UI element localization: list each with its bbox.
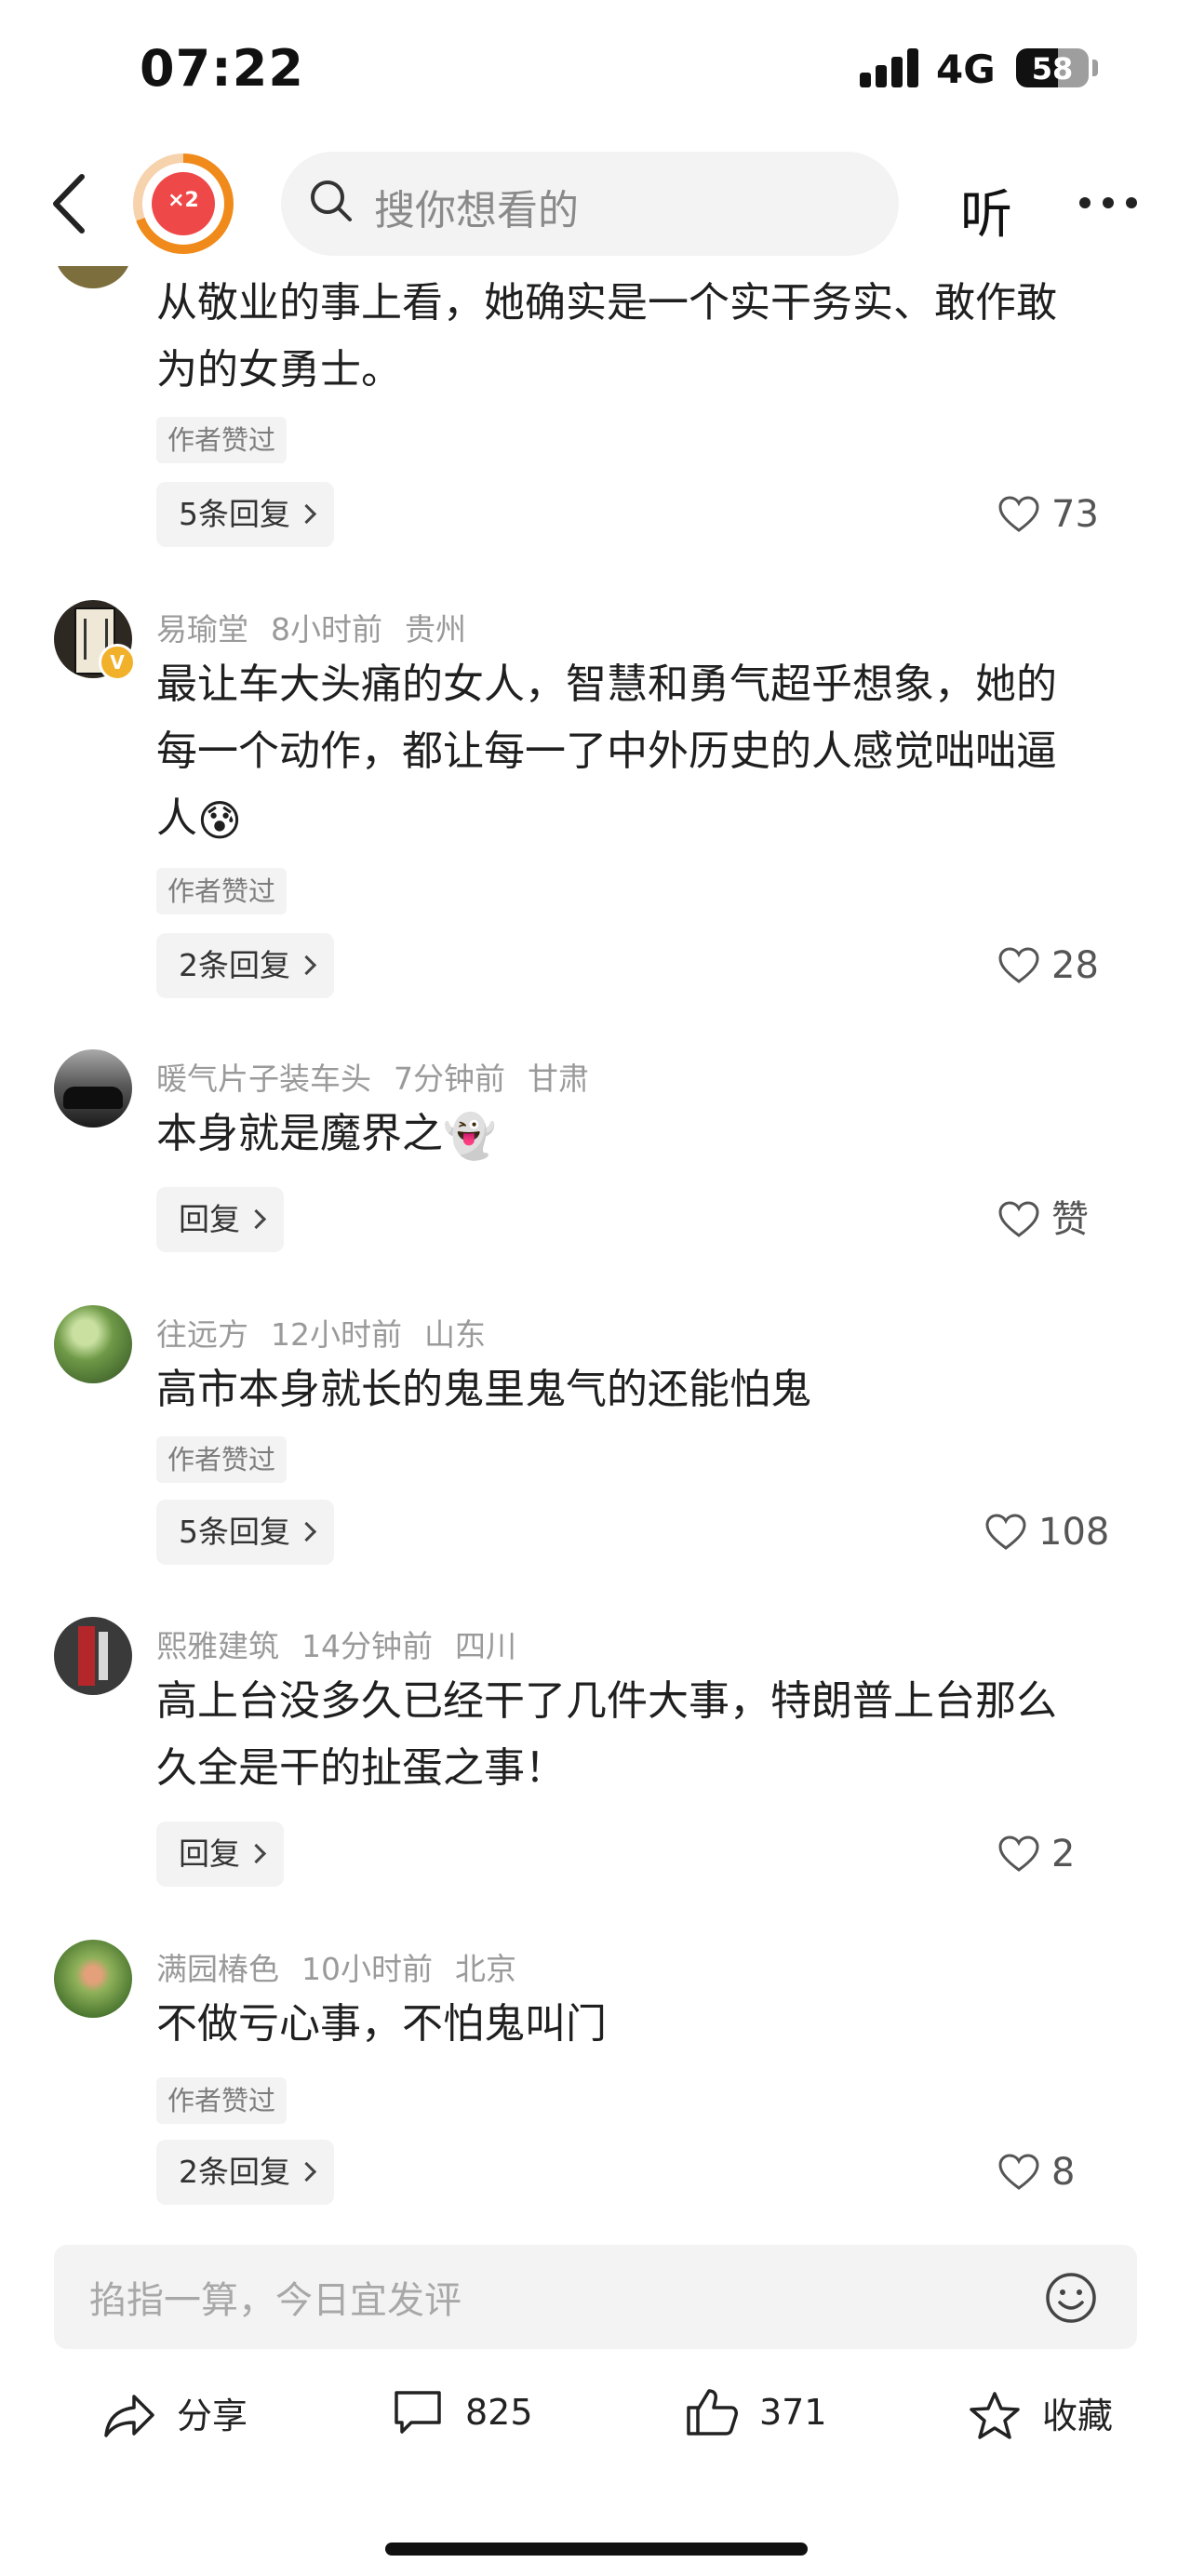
comment-time: 7分钟前 (394, 1061, 505, 1097)
search-placeholder: 搜你想看的 (374, 187, 579, 234)
like-post-button[interactable]: 371 (685, 2387, 827, 2437)
author-liked-tag: 作者赞过 (156, 417, 288, 463)
heart-icon (998, 496, 1039, 532)
reply-button[interactable]: 回复 (156, 1187, 284, 1252)
comment-text: 不做亏心事，不怕鬼叫门 (156, 2000, 607, 2048)
author-liked-tag: 作者赞过 (156, 1436, 288, 1483)
replies-button[interactable]: 2条回复 (156, 933, 334, 998)
comment-meta: 易瑜堂 8小时前 贵州 (156, 605, 488, 649)
comment-text: 最让车大头痛的女人，智慧和勇气超乎想象，她的 每一个动作，都让每一了中外历史的人感… (156, 651, 1143, 854)
like-button[interactable]: 2 (997, 1822, 1075, 1887)
avatar[interactable] (54, 1305, 132, 1383)
status-time: 07:22 (140, 39, 304, 98)
comment-time: 8小时前 (271, 611, 382, 647)
like-button[interactable]: 73 (997, 482, 1099, 547)
battery-icon: 58 (1016, 48, 1089, 87)
avatar[interactable] (54, 1049, 132, 1128)
emoji-icon[interactable] (1044, 2271, 1098, 2325)
back-icon[interactable] (45, 171, 93, 236)
like-button[interactable]: 赞 (997, 1187, 1089, 1252)
comment-location: 贵州 (405, 611, 466, 647)
comment-author: 往远方 (156, 1316, 248, 1353)
heart-icon (998, 1835, 1039, 1872)
comment-meta: 暖气片子装车头 7分钟前 甘肃 (156, 1054, 611, 1099)
author-liked-tag: 作者赞过 (156, 2077, 288, 2124)
avatar[interactable] (54, 1617, 132, 1695)
comment-time: 12小时前 (271, 1316, 402, 1353)
comment-author: 易瑜堂 (156, 611, 248, 647)
comment-meta: 熙雅建筑 14分钟前 四川 (156, 1622, 539, 1666)
crying-emoji: 😰 (197, 795, 242, 846)
search-icon (311, 180, 352, 221)
comments-button[interactable]: 825 (391, 2387, 533, 2437)
heart-icon (998, 1201, 1039, 1237)
comment-text: 从敬业的事上看，她确实是一个实干务实、敢作敢 为的女勇士。 (156, 279, 1057, 394)
comment-text: 本身就是魔界之👻 (156, 1101, 1143, 1169)
favorite-button[interactable]: 收藏 (968, 2387, 1113, 2441)
badge-multiplier: ×2 (167, 189, 199, 212)
reply-button[interactable]: 回复 (156, 1822, 284, 1887)
comment-text: 高上台没多久已经干了几件大事，特朗普上台那么 久全是干的扯蛋之事！ (156, 1677, 1057, 1792)
comment-meta: 满园椿色 10小时前 北京 (156, 1944, 539, 1989)
author-liked-tag: 作者赞过 (156, 868, 288, 914)
avatar[interactable] (54, 1940, 132, 2018)
comment-author: 暖气片子装车头 (156, 1061, 371, 1097)
comment-placeholder: 掐指一算，今日宜发评 (89, 2279, 462, 2322)
network-type: 4G (936, 47, 996, 92)
comment-author: 满园椿色 (156, 1951, 279, 1987)
star-icon (970, 2392, 1020, 2439)
heart-icon (985, 1514, 1026, 1550)
ghost-emoji: 👻 (443, 1111, 497, 1161)
heart-icon (998, 2154, 1039, 2190)
battery-level: 58 (1031, 51, 1074, 87)
replies-button[interactable]: 5条回复 (156, 482, 334, 547)
comment-location: 甘肃 (528, 1061, 589, 1097)
heart-icon (998, 947, 1039, 983)
like-button[interactable]: 8 (997, 2140, 1075, 2205)
share-icon (104, 2395, 154, 2437)
comment-time: 14分钟前 (301, 1628, 433, 1664)
home-indicator[interactable] (385, 2543, 808, 2556)
comment-meta: 往远方 12小时前 山东 (156, 1310, 508, 1355)
comment-location: 北京 (455, 1951, 516, 1987)
battery-tip (1092, 60, 1098, 76)
listen-button[interactable]: 听 (960, 173, 1012, 248)
reward-badge[interactable]: ×2 (133, 153, 234, 254)
thumbs-up-icon (687, 2389, 738, 2436)
verified-icon: V (99, 644, 136, 681)
share-button[interactable]: 分享 (102, 2387, 248, 2441)
comment-location: 四川 (455, 1628, 516, 1664)
replies-button[interactable]: 2条回复 (156, 2140, 334, 2205)
comment-text: 高市本身就长的鬼里鬼气的还能怕鬼 (156, 1366, 811, 1413)
comment-time: 10小时前 (301, 1951, 433, 1987)
comment-icon (395, 2391, 441, 2434)
comment-author: 熙雅建筑 (156, 1628, 279, 1664)
signal-icon (860, 48, 919, 87)
more-icon[interactable] (1079, 197, 1137, 210)
like-button[interactable]: 28 (997, 933, 1099, 998)
comment-location: 山东 (424, 1316, 486, 1353)
replies-button[interactable]: 5条回复 (156, 1500, 334, 1565)
like-button[interactable]: 108 (984, 1500, 1109, 1565)
